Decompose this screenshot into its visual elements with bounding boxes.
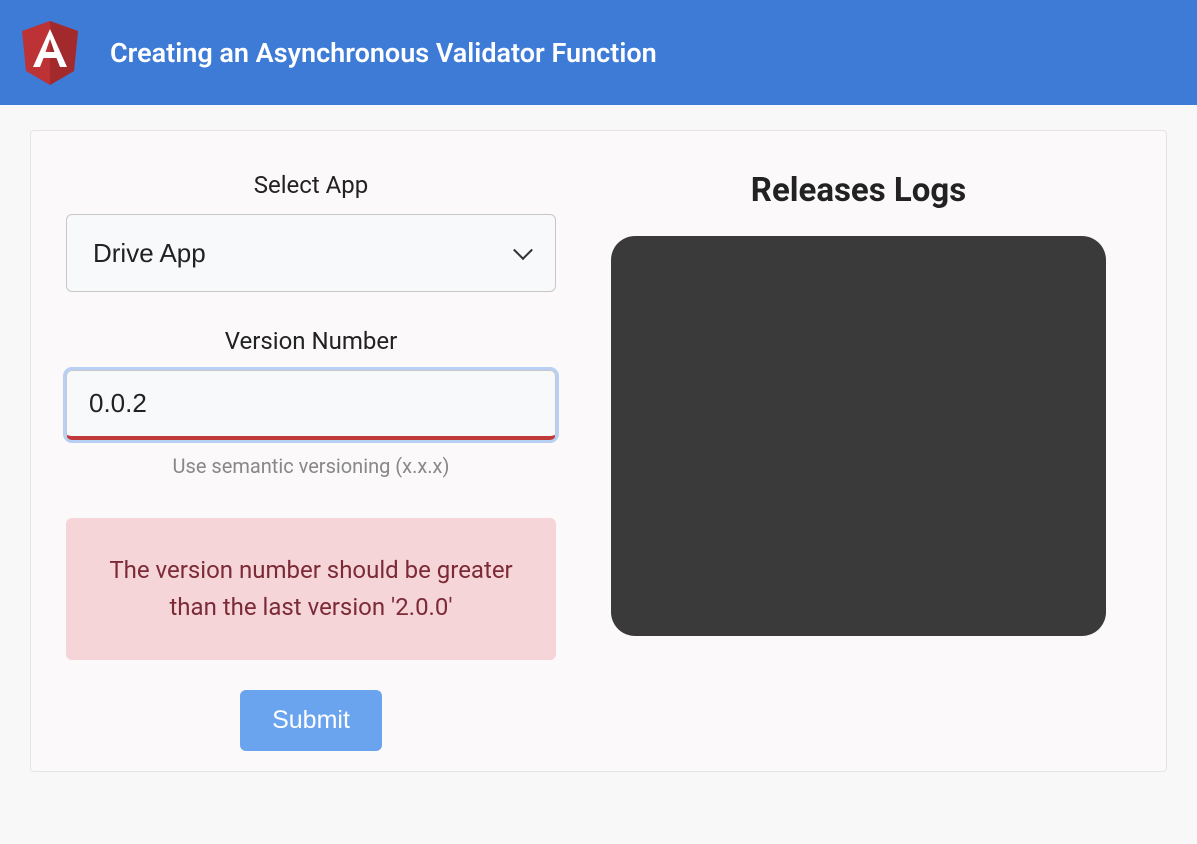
main-content: Select App Drive App Version Number Use … [0, 105, 1197, 797]
logs-column: Releases Logs [586, 171, 1131, 751]
version-number-label: Version Number [225, 327, 397, 355]
form-card: Select App Drive App Version Number Use … [30, 130, 1167, 772]
select-app-label: Select App [254, 171, 369, 199]
angular-logo-icon [20, 21, 80, 85]
releases-logs-panel [611, 236, 1106, 636]
form-column: Select App Drive App Version Number Use … [66, 171, 556, 751]
select-app-dropdown[interactable]: Drive App [66, 214, 556, 292]
submit-button[interactable]: Submit [240, 690, 382, 751]
version-hint: Use semantic versioning (x.x.x) [173, 454, 450, 478]
app-header: Creating an Asynchronous Validator Funct… [0, 0, 1197, 105]
version-input-wrap [66, 370, 556, 440]
releases-logs-title: Releases Logs [751, 171, 966, 210]
version-number-input[interactable] [66, 370, 556, 440]
validation-error-alert: The version number should be greater tha… [66, 518, 556, 660]
page-title: Creating an Asynchronous Validator Funct… [110, 37, 657, 69]
select-app-wrap: Drive App [66, 214, 556, 292]
